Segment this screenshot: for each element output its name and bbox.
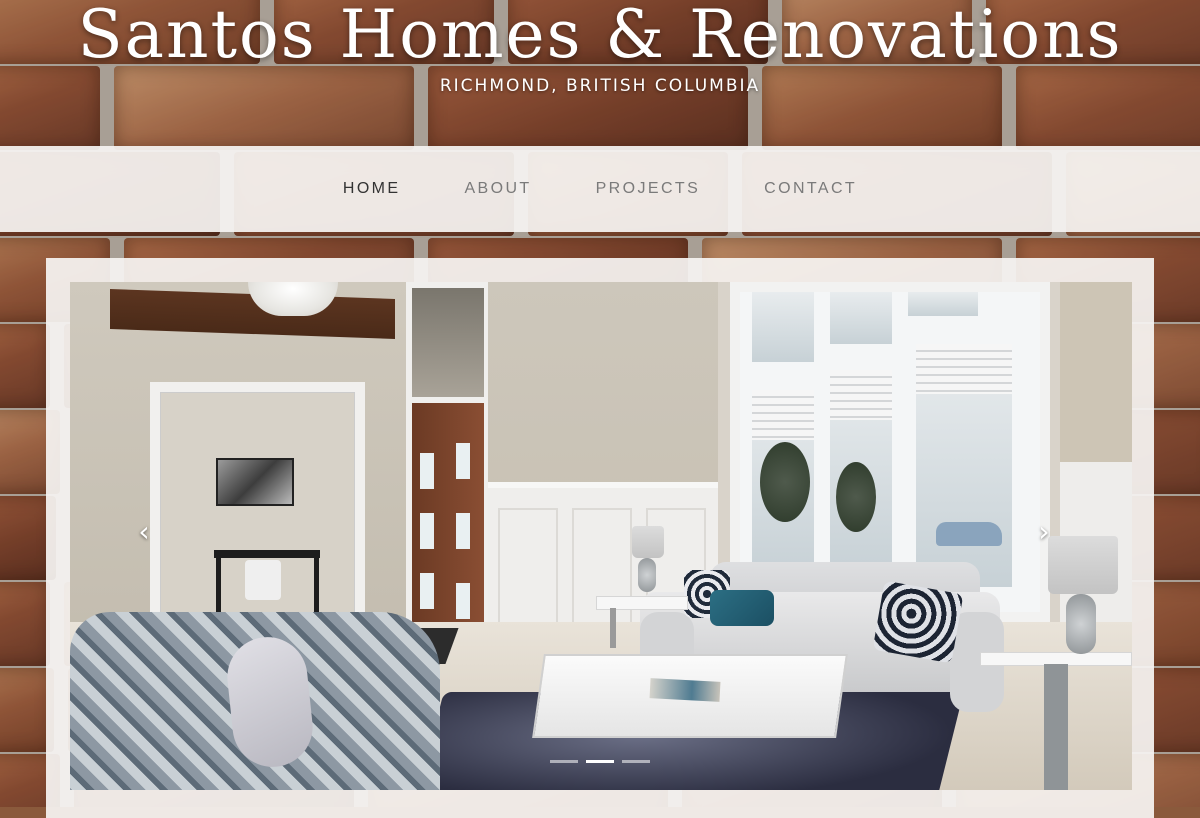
slider-dot-1[interactable] [550, 760, 578, 763]
image-slider: ‹ › [46, 258, 1154, 818]
chevron-left-icon: ‹ [138, 515, 150, 548]
slider-prev-button[interactable]: ‹ [132, 517, 156, 547]
slider-dot-3[interactable] [622, 760, 650, 763]
slide-image-living-room: ‹ › [70, 282, 1132, 790]
nav-item-home[interactable]: HOME [311, 180, 433, 198]
main-navigation: HOME ABOUT PROJECTS CONTACT [0, 146, 1200, 232]
nav-item-about[interactable]: ABOUT [432, 180, 563, 198]
site-subtitle: RICHMOND, BRITISH COLUMBIA [439, 76, 761, 96]
nav-item-projects[interactable]: PROJECTS [564, 180, 733, 198]
site-header: Santos Homes & Renovations RICHMOND, BRI… [0, 0, 1200, 146]
site-title[interactable]: Santos Homes & Renovations [0, 0, 1200, 73]
chevron-right-icon: › [1038, 515, 1050, 548]
slider-dot-2[interactable] [586, 760, 614, 763]
slider-pagination [550, 760, 650, 763]
slider-next-button[interactable]: › [1032, 517, 1056, 547]
nav-item-contact[interactable]: CONTACT [732, 180, 889, 198]
